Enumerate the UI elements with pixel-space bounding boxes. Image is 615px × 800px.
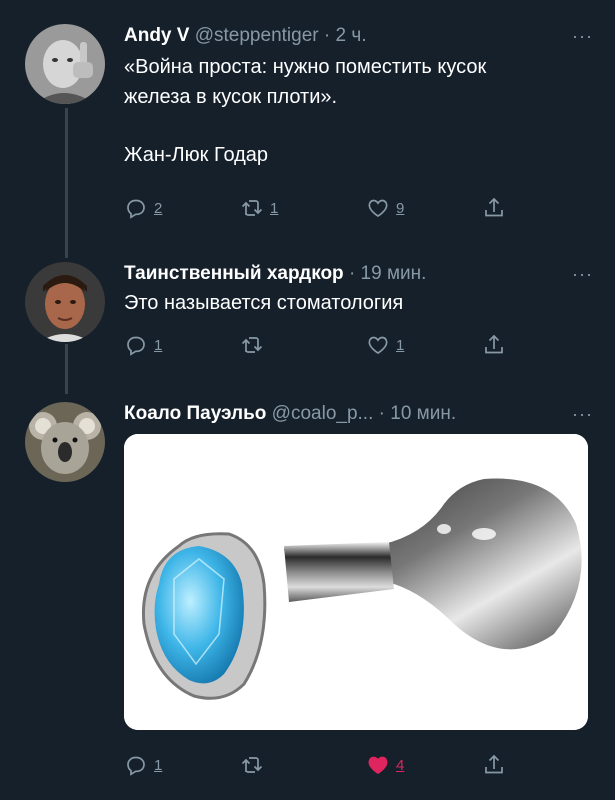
share-icon [485, 334, 503, 354]
like-count: 9 [396, 199, 405, 217]
like-count: 4 [396, 756, 405, 774]
share-button[interactable] [482, 751, 512, 779]
avatar[interactable] [25, 262, 105, 342]
tweet-text-line: железа в кусок плоти». [124, 86, 338, 108]
retweet-button[interactable]: 1 [240, 194, 278, 222]
timestamp[interactable]: · 2 ч. [324, 25, 367, 46]
tweet-header: Таинственный хардкор · 19 мин. [124, 262, 595, 286]
tweet-tainstvennyy-hardkor[interactable]: Таинственный хардкор · 19 мин. ··· Это н… [0, 240, 615, 390]
retweet-button[interactable] [240, 751, 270, 779]
retweet-count: 1 [270, 199, 279, 217]
avatar[interactable] [25, 402, 105, 482]
tweet-thread: Andy V @steppentiger · 2 ч. ··· «Война п… [0, 0, 615, 800]
tweet-text-line: Это называется стоматология [124, 292, 404, 314]
like-button[interactable]: 9 [366, 194, 404, 222]
tweet-andy-v[interactable]: Andy V @steppentiger · 2 ч. ··· «Война п… [0, 0, 615, 240]
action-bar: 2 1 9 [124, 194, 524, 222]
like-button[interactable]: 1 [366, 331, 404, 359]
retweet-button[interactable] [240, 331, 270, 359]
retweet-icon [241, 337, 263, 353]
display-name[interactable]: Коало Пауэльо [124, 403, 266, 424]
share-button[interactable] [482, 194, 512, 222]
reply-count: 1 [154, 756, 163, 774]
like-count: 1 [396, 336, 405, 354]
reply-button[interactable]: 1 [124, 331, 162, 359]
action-bar: 1 4 [124, 751, 524, 779]
timestamp[interactable]: · 10 мин. [379, 403, 456, 424]
tweet-text: «Война проста: нужно поместить кусок жел… [124, 52, 585, 170]
like-button[interactable]: 4 [366, 751, 404, 779]
more-icon[interactable]: ··· [572, 262, 593, 286]
retweet-icon [241, 200, 263, 216]
retweet-icon [241, 757, 263, 773]
tweet-header: Коало Пауэльо @coalo_p... · 10 мин. [124, 402, 595, 426]
share-icon [485, 754, 503, 774]
reply-count: 2 [154, 199, 163, 217]
product-photo [124, 434, 588, 730]
display-name[interactable]: Andy V [124, 25, 189, 46]
avatar[interactable] [25, 24, 105, 104]
tweet-koalo-pauelo[interactable]: Коало Пауэльо @coalo_p... · 10 мин. ··· [0, 390, 615, 800]
reply-icon [127, 199, 145, 219]
share-button[interactable] [482, 331, 512, 359]
tweet-text: Это называется стоматология [124, 288, 585, 318]
more-icon[interactable]: ··· [572, 402, 593, 426]
share-icon [485, 197, 503, 217]
reply-icon [127, 756, 145, 776]
reply-button[interactable]: 2 [124, 194, 162, 222]
tweet-media-image[interactable] [124, 434, 588, 730]
like-icon [368, 336, 388, 354]
more-icon[interactable]: ··· [572, 24, 593, 48]
timestamp[interactable]: · 19 мин. [349, 263, 426, 284]
like-icon [368, 199, 388, 217]
like-icon [368, 756, 388, 774]
tweet-header: Andy V @steppentiger · 2 ч. [124, 24, 595, 48]
tweet-text-line: Жан-Люк Годар [124, 144, 269, 166]
reply-button[interactable]: 1 [124, 751, 162, 779]
handle[interactable]: @coalo_p... [272, 403, 374, 424]
reply-icon [127, 336, 145, 356]
handle[interactable]: @steppentiger [195, 25, 319, 46]
reply-count: 1 [154, 336, 163, 354]
tweet-text-line: «Война проста: нужно поместить кусок [124, 56, 487, 78]
action-bar: 1 1 [124, 331, 524, 359]
display-name[interactable]: Таинственный хардкор [124, 263, 344, 284]
